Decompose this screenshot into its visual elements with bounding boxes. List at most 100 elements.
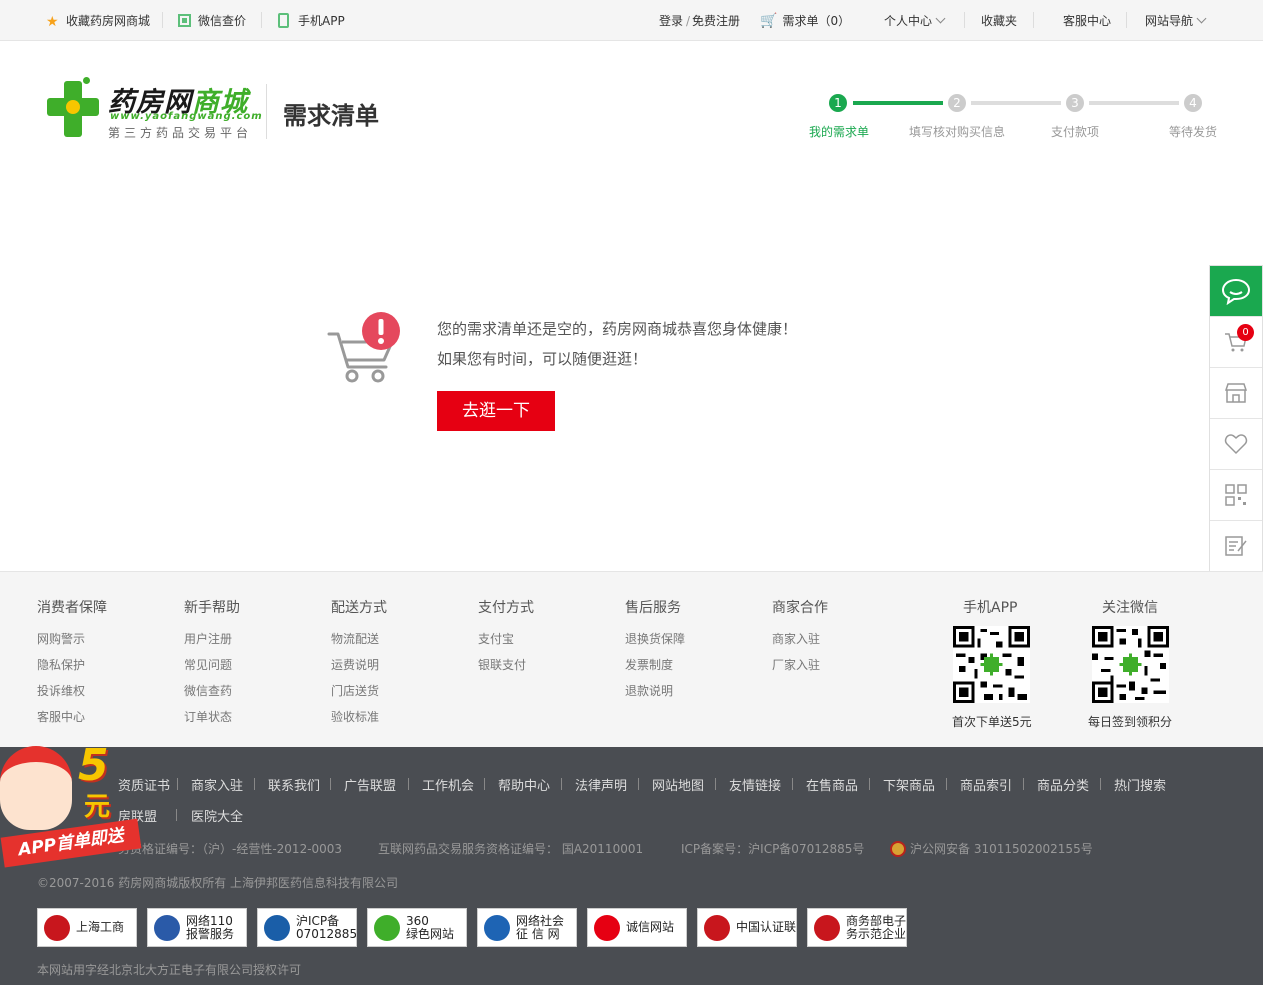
badge-label: 诚信网站 [626,921,674,934]
cert-alliance-badge[interactable]: 中国认证联盟 [697,908,797,947]
footer-link[interactable]: 发票制度 [625,656,673,673]
sidebar-qrcode-button[interactable] [1210,470,1262,521]
sidebar-cart-button[interactable]: 0 [1210,317,1262,368]
store-icon [1224,383,1248,403]
divider [715,778,716,790]
footer-bottom-link[interactable]: 广告联盟 [344,775,396,794]
footer-link[interactable]: 投诉维权 [37,682,85,699]
sidebar-favorite-button[interactable] [1210,419,1262,470]
heart-icon [1224,434,1248,455]
footer-link[interactable]: 支付宝 [478,630,514,647]
footer-column-title: 配送方式 [331,600,387,616]
footer-link[interactable]: 运费说明 [331,656,379,673]
divider [946,778,947,790]
footer-link[interactable]: 物流配送 [331,630,379,647]
go-shopping-button[interactable]: 去逛一下 [437,391,555,431]
cart-icon: 🛒 [760,13,778,29]
footer-bottom-link[interactable]: 网站地图 [652,775,704,794]
footer-link[interactable]: 验收标准 [331,708,379,725]
top-bar: ★ 收藏药房网商城 微信查价 手机APP 登录 / 免费注册 🛒 需求单（0） 个人… [0,0,1263,41]
social-credit-badge[interactable]: 网络社会征 信 网 [477,908,577,947]
footer-bottom-link[interactable]: 帮助中心 [498,775,550,794]
footer-link[interactable]: 微信查药 [184,682,232,699]
divider [261,12,262,28]
service-center-link[interactable]: 客服中心 [1063,12,1111,30]
badge-label: 沪ICP备07012885号 [296,914,357,941]
green-site-360-badge[interactable]: 360 绿色网站 [367,908,467,947]
divider [330,778,331,790]
footer-bottom-link[interactable]: 商品索引 [960,775,1012,794]
badge-line1: 商务部电子商 [846,913,907,928]
badge-line2: 务示范企业 [846,926,907,941]
badge-label: 网络社会征 信 网 [516,914,564,941]
favorite-link[interactable]: ★ 收藏药房网商城 [46,12,150,30]
trust-site-badge[interactable]: 诚信网站 [587,908,687,947]
shanghai-aic-badge[interactable]: 上海工商 [37,908,137,947]
site-nav-menu[interactable]: 网站导航 [1145,12,1207,30]
wechat-qr-title: 关注微信 [1102,600,1158,616]
wechat-price-link[interactable]: 微信查价 [178,12,246,30]
footer-link[interactable]: 订单状态 [184,708,232,725]
police-110-badge[interactable]: 网络110 报警服务 [147,908,247,947]
badge-label: 网络110 报警服务 [186,914,234,941]
footer-link[interactable]: 退换货保障 [625,630,685,647]
logo-url: www.yaofangwang.com [110,111,263,122]
social-credit-icon [484,914,510,941]
footer-column-title: 新手帮助 [184,600,240,616]
badge-line2: 绿色网站 [406,926,455,941]
slash: / [686,14,691,28]
green-site-360-icon [374,914,400,941]
collection-link[interactable]: 收藏夹 [981,12,1017,30]
footer-bottom-link[interactable]: 在售商品 [806,775,858,794]
footer-link[interactable]: 用户注册 [184,630,232,647]
footer-bottom-link[interactable]: 商品分类 [1037,775,1089,794]
icp-record-icon [264,914,290,941]
divider [1033,12,1034,28]
register-link[interactable]: 免费注册 [692,12,740,30]
footer-bottom-link[interactable]: 下架商品 [883,775,935,794]
personal-center-menu[interactable]: 个人中心 [884,12,946,30]
app-promo-sticker[interactable]: 5 元 APP首单即送 [0,740,142,870]
logo-cross-icon[interactable] [47,77,99,137]
cart-link[interactable]: 🛒 需求单（0） [760,12,850,30]
chevron-down-icon [935,13,946,24]
footer-link[interactable]: 常见问题 [184,656,232,673]
copyright: ©2007-2016 药房网商城版权所有 上海伊邦医药信息科技有限公司 [37,876,399,890]
qrcode-icon [178,14,191,27]
footer-bottom-link[interactable]: 法律声明 [575,775,627,794]
footer-link[interactable]: 门店送货 [331,682,379,699]
footer-bottom-link[interactable]: 医院大全 [191,806,243,825]
mobile-app-link[interactable]: 手机APP [278,12,345,30]
footer-bottom-link[interactable]: 商家入驻 [191,775,243,794]
divider [408,778,409,790]
login-link[interactable]: 登录 [659,12,683,30]
footer-bottom-link[interactable]: 工作机会 [422,775,474,794]
step-2-label: 填写核对购买信息 [909,125,1006,139]
badge-line1: 360 [406,913,429,928]
footer-bottom-link[interactable]: 友情链接 [729,775,781,794]
icp-record-badge[interactable]: 沪ICP备07012885号 [257,908,357,947]
police-record-link[interactable]: 沪公网安备 31011502002155号 [890,840,1093,857]
mofcom-badge[interactable]: 商务部电子商务示范企业 [807,908,907,947]
chat-button[interactable] [1210,266,1262,317]
footer-link[interactable]: 退款说明 [625,682,673,699]
footer-link[interactable]: 网购警示 [37,630,85,647]
footer-link[interactable]: 隐私保护 [37,656,85,673]
divider [1100,778,1101,790]
badge-line2: 07012885号 [296,926,357,941]
footer-link[interactable]: 商家入驻 [772,630,820,647]
sidebar-feedback-button[interactable] [1210,521,1262,572]
footer-link[interactable]: 客服中心 [37,708,85,725]
step-4-circle: 4 [1184,94,1202,112]
cartoon-girl-icon [0,746,72,830]
qrcode-icon [1225,484,1247,506]
footer-link[interactable]: 银联支付 [478,656,526,673]
trust-site-icon [594,914,620,941]
footer-bottom-link[interactable]: 热门搜索 [1114,775,1166,794]
footer-link[interactable]: 厂家入驻 [772,656,820,673]
sidebar-store-button[interactable] [1210,368,1262,419]
badge-line1: 诚信网站 [626,920,675,934]
license-text: 务资格证编号：（沪）-经营性-2012-0003 [118,842,343,856]
footer-bottom-link[interactable]: 联系我们 [268,775,320,794]
badge-label: 上海工商 [76,921,124,934]
